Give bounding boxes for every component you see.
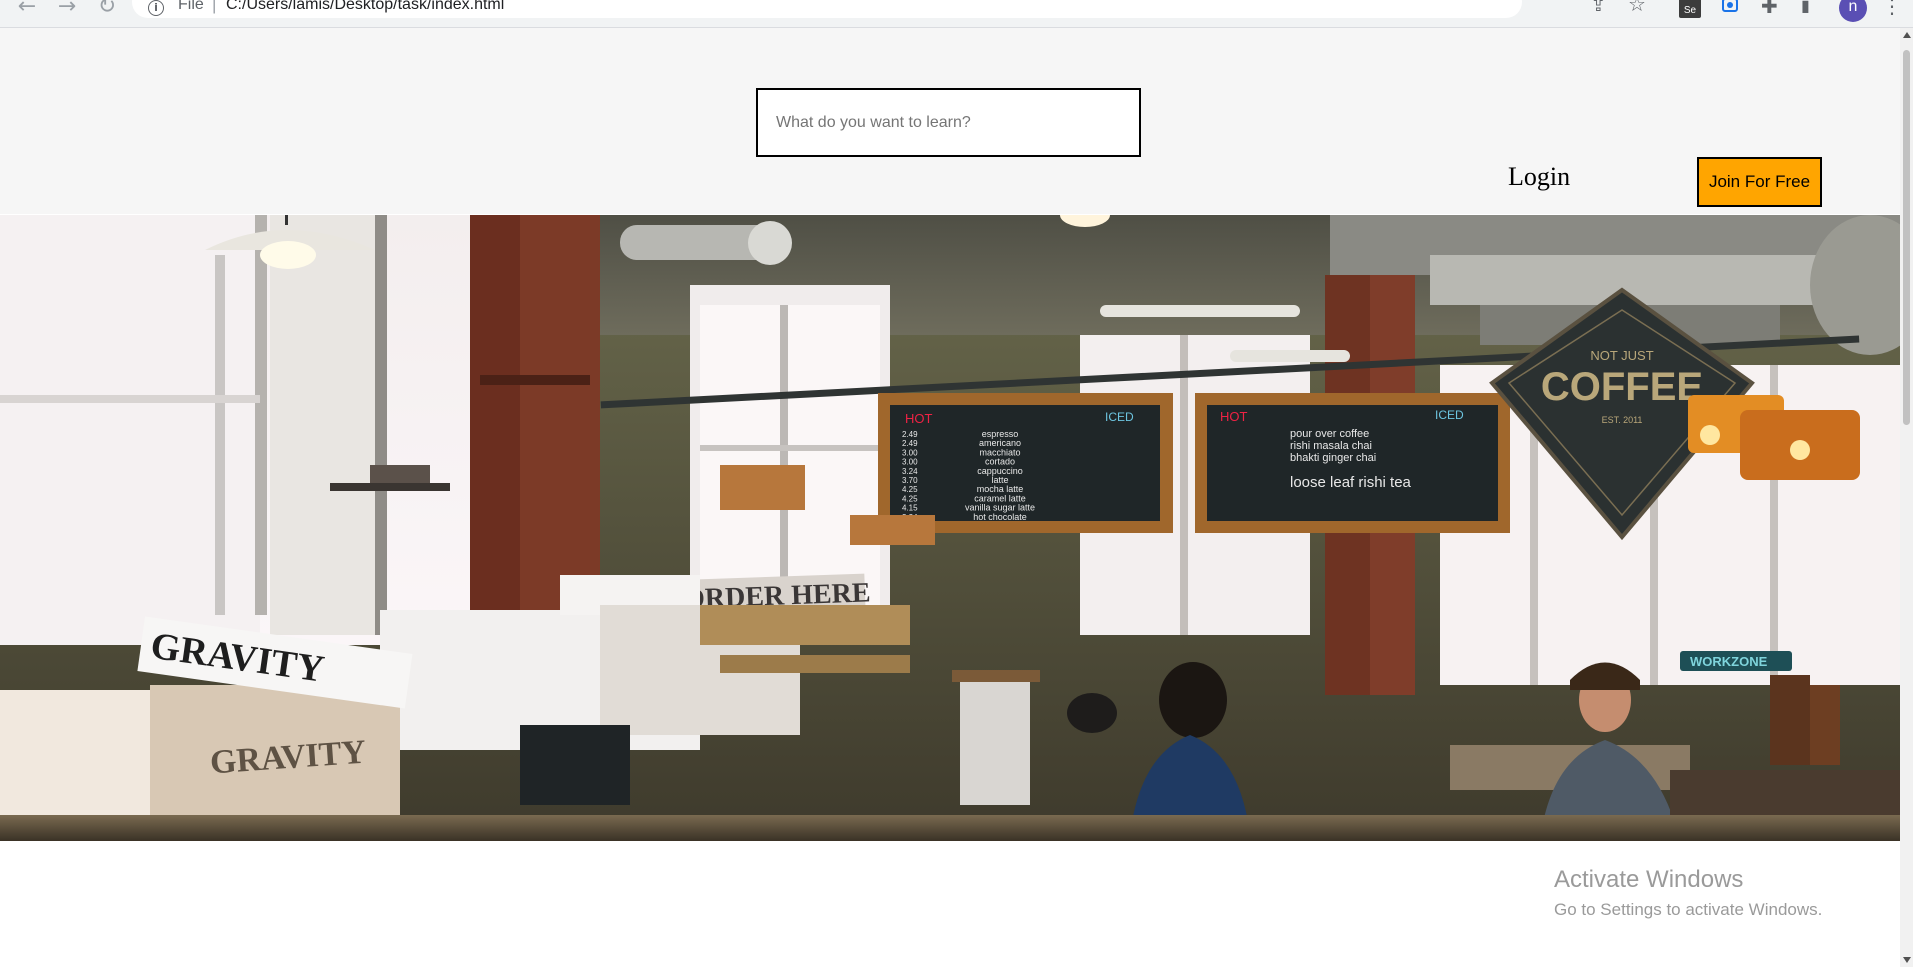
search-input[interactable] — [756, 88, 1141, 157]
forward-icon[interactable]: → — [52, 0, 82, 22]
scrollbar-thumb[interactable] — [1903, 50, 1910, 425]
menu-left-price: 2.49 — [902, 439, 918, 448]
menu-right-item: loose leaf rishi tea — [1290, 474, 1412, 491]
scroll-down-arrow-icon[interactable] — [1903, 957, 1911, 963]
url-text[interactable]: C:/Users/lamis/Desktop/task/index.html — [226, 0, 504, 14]
menu-left-price: 3.70 — [902, 476, 918, 485]
scheme-separator: | — [212, 0, 217, 14]
back-icon[interactable]: ← — [12, 0, 42, 22]
share-icon[interactable]: ⇪ — [1590, 0, 1607, 16]
login-link[interactable]: Login — [1508, 162, 1570, 192]
scroll-up-arrow-icon[interactable] — [1903, 32, 1911, 38]
side-panel-icon[interactable]: ▮ — [1801, 0, 1810, 18]
puzzle-icon[interactable]: ✚ — [1761, 0, 1778, 18]
screen-capture-icon[interactable] — [1722, 0, 1738, 12]
sign-coffee: COFFEE — [1541, 365, 1703, 409]
menu-left-price: 2.49 — [902, 430, 918, 439]
extension-icon[interactable]: Se — [1679, 0, 1701, 18]
menu-right-item: pour over coffee — [1290, 428, 1369, 440]
menu-left-price: 3.00 — [902, 448, 918, 457]
page-header: Login Join For Free — [0, 28, 1900, 214]
avatar[interactable]: n — [1839, 0, 1867, 22]
browser-toolbar: ← → ↻ i File | C:/Users/lamis/Desktop/ta… — [0, 0, 1913, 28]
reload-icon[interactable]: ↻ — [92, 0, 122, 22]
menu-right-hot-label: HOT — [1220, 409, 1248, 424]
menu-left-price: 3.00 — [902, 458, 918, 467]
windows-activation-subtitle: Go to Settings to activate Windows. — [1554, 900, 1823, 919]
menu-right-item: bhakti ginger chai — [1290, 452, 1376, 464]
menu-hot-label: HOT — [905, 411, 933, 426]
more-menu-icon[interactable]: ⋮ — [1882, 0, 1902, 18]
sign-est: EST. 2011 — [1602, 415, 1643, 425]
page-scrollbar[interactable] — [1900, 28, 1913, 967]
sign-workzone: WORKZONE — [1690, 654, 1768, 669]
menu-right-iced-label: ICED — [1435, 408, 1464, 422]
sign-not-just: NOT JUST — [1590, 348, 1653, 363]
hero-image: HOT ICED 2.49 espresso 2.49 americano 3.00 ma… — [0, 215, 1900, 841]
menu-left-price: 4.25 — [902, 485, 918, 494]
menu-left-price: 4.15 — [902, 504, 918, 513]
menu-right-item: rishi masala chai — [1290, 440, 1372, 452]
menu-iced-label: ICED — [1105, 410, 1134, 424]
join-button[interactable]: Join For Free — [1697, 157, 1822, 207]
menu-left-item: hot chocolate — [973, 512, 1027, 522]
menu-left-price: 3.24 — [902, 467, 918, 476]
scheme-label: File — [178, 0, 204, 13]
star-icon[interactable]: ☆ — [1628, 0, 1646, 16]
address-bar[interactable]: i File | C:/Users/lamis/Desktop/task/ind… — [132, 0, 1646, 18]
menu-left-price: 4.25 — [902, 494, 918, 503]
site-info-icon[interactable]: i — [148, 0, 164, 16]
windows-activation-title: Activate Windows — [1554, 866, 1744, 893]
